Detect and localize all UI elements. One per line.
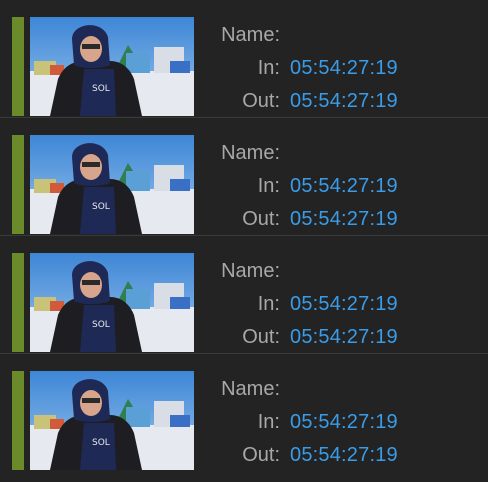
name-label: Name: xyxy=(221,142,280,164)
in-label: In: xyxy=(257,175,280,197)
name-label: Name: xyxy=(221,24,280,46)
clip-label-color-bar xyxy=(12,253,24,352)
svg-text:SOL: SOL xyxy=(92,202,110,212)
thumbnail-image: SOL xyxy=(30,371,194,470)
clip-thumbnail[interactable]: SOL xyxy=(30,253,194,352)
in-timecode[interactable]: 05:54:27:19 xyxy=(290,175,398,198)
in-timecode[interactable]: 05:54:27:19 xyxy=(290,293,398,316)
clip-row-1[interactable]: SOL Name: In: 05:54:27:19 Out: 05:54:27:… xyxy=(0,0,488,118)
clip-thumbnail[interactable]: SOL xyxy=(30,371,194,470)
thumbnail-image: SOL xyxy=(30,253,194,352)
clip-row-2[interactable]: SOL Name: In: 05:54:27:19 Out: 05:54:27:… xyxy=(0,118,488,236)
clip-label-color-bar xyxy=(12,135,24,234)
out-label: Out: xyxy=(242,326,280,348)
clip-row-3[interactable]: SOL Name: In: 05:54:27:19 Out: 05:54:27:… xyxy=(0,236,488,354)
out-label: Out: xyxy=(242,208,280,230)
out-timecode[interactable]: 05:54:27:19 xyxy=(290,90,398,113)
clip-label-color-bar xyxy=(12,17,24,116)
clip-list: SOL Name: In: 05:54:27:19 Out: 05:54:27:… xyxy=(0,0,488,482)
clip-thumbnail[interactable]: SOL xyxy=(30,135,194,234)
in-label: In: xyxy=(257,57,280,79)
in-label: In: xyxy=(257,293,280,315)
thumbnail-image: SOL xyxy=(30,135,194,234)
name-label: Name: xyxy=(221,260,280,282)
svg-text:SOL: SOL xyxy=(92,320,110,330)
clip-row-4[interactable]: SOL Name: In: 05:54:27:19 Out: 05:54:27:… xyxy=(0,354,488,472)
name-label: Name: xyxy=(221,378,280,400)
out-label: Out: xyxy=(242,444,280,466)
out-timecode[interactable]: 05:54:27:19 xyxy=(290,326,398,349)
svg-text:SOL: SOL xyxy=(92,438,110,448)
thumbnail-image: SOL xyxy=(30,17,194,116)
clip-label-color-bar xyxy=(12,371,24,470)
out-timecode[interactable]: 05:54:27:19 xyxy=(290,208,398,231)
svg-text:SOL: SOL xyxy=(92,84,110,94)
clip-thumbnail[interactable]: SOL xyxy=(30,17,194,116)
in-timecode[interactable]: 05:54:27:19 xyxy=(290,57,398,80)
in-timecode[interactable]: 05:54:27:19 xyxy=(290,411,398,434)
in-label: In: xyxy=(257,411,280,433)
out-timecode[interactable]: 05:54:27:19 xyxy=(290,444,398,467)
out-label: Out: xyxy=(242,90,280,112)
